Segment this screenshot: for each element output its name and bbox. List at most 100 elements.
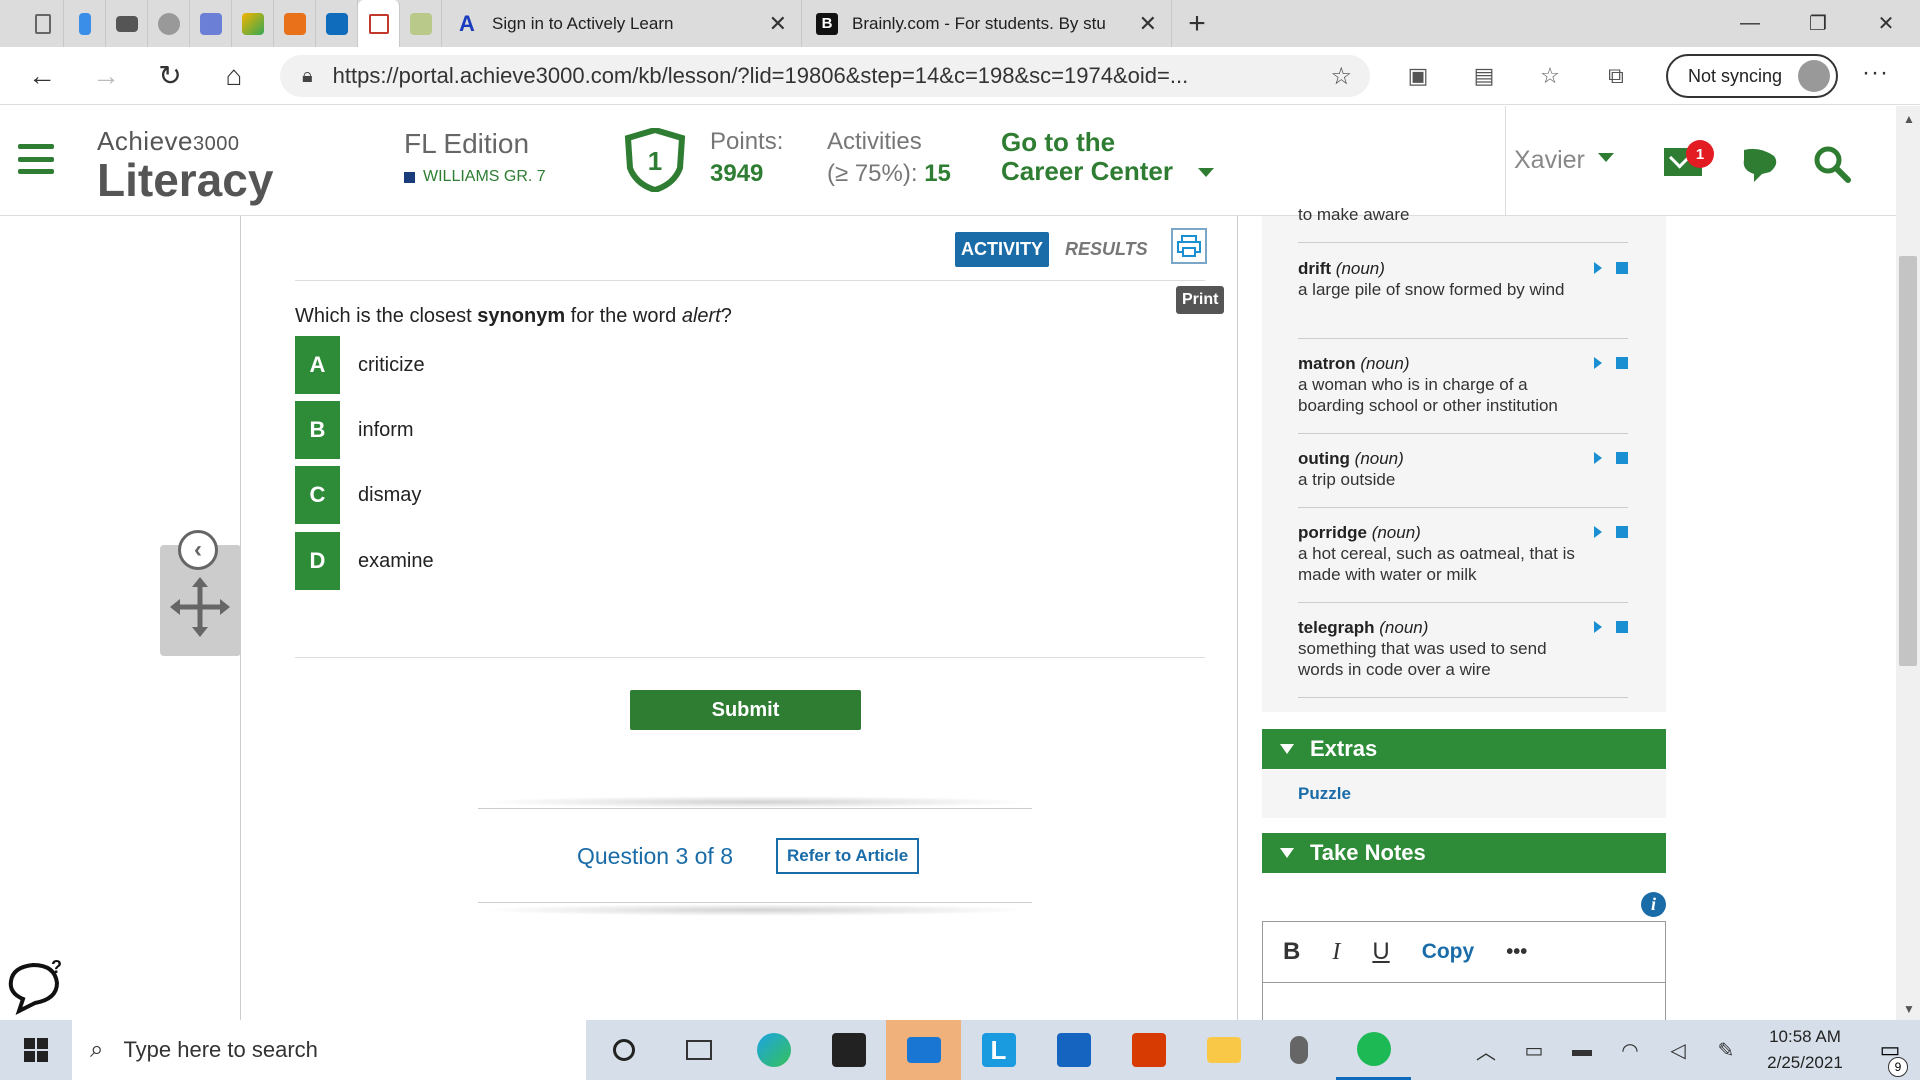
add-favorite-icon[interactable]: ☆ bbox=[1330, 62, 1352, 91]
pen-icon[interactable]: ✎ bbox=[1702, 1038, 1750, 1063]
new-tab-button[interactable]: + bbox=[1172, 7, 1222, 41]
help-bubble-icon[interactable]: ? bbox=[5, 955, 63, 1015]
answer-letter[interactable]: C bbox=[295, 466, 340, 524]
back-icon[interactable]: ← bbox=[10, 47, 74, 105]
stop-icon[interactable] bbox=[1616, 357, 1628, 369]
page-scrollbar[interactable]: ▲ ▼ bbox=[1896, 106, 1920, 1020]
logo[interactable]: Achieve3000 Literacy bbox=[97, 126, 273, 203]
notes-editor[interactable]: B I U Copy ••• bbox=[1262, 921, 1666, 1021]
stop-icon[interactable] bbox=[1616, 621, 1628, 633]
career-center-link[interactable]: Go to the Career Center bbox=[1001, 128, 1173, 186]
office-icon[interactable] bbox=[1111, 1020, 1186, 1080]
answer-letter[interactable]: B bbox=[295, 401, 340, 459]
tab-activity[interactable]: ACTIVITY bbox=[955, 232, 1050, 267]
answer-option[interactable]: A criticize bbox=[295, 336, 425, 394]
tab-actively-learn[interactable]: A Sign in to Actively Learn ✕ bbox=[442, 0, 802, 47]
pinned-tab-active[interactable] bbox=[358, 0, 400, 47]
mouse-icon[interactable] bbox=[1261, 1020, 1336, 1080]
move-icon[interactable] bbox=[168, 575, 232, 639]
answer-option[interactable]: D examine bbox=[295, 532, 434, 590]
scrollbar-thumb[interactable] bbox=[1899, 256, 1917, 666]
taskbar-search-placeholder[interactable]: Type here to search bbox=[123, 1037, 317, 1063]
battery-icon[interactable]: ▬ bbox=[1558, 1039, 1606, 1062]
answer-text[interactable]: dismay bbox=[358, 484, 421, 507]
file-explorer-icon[interactable] bbox=[1186, 1020, 1261, 1080]
sync-button[interactable]: Not syncing bbox=[1666, 54, 1838, 98]
chevron-left-icon[interactable]: ‹ bbox=[178, 530, 218, 570]
task-view-icon[interactable] bbox=[661, 1020, 736, 1080]
chevron-down-icon[interactable] bbox=[1598, 153, 1614, 162]
tab-results[interactable]: RESULTS bbox=[1065, 239, 1148, 260]
volume-icon[interactable]: ◁ bbox=[1654, 1038, 1702, 1063]
blue-app-icon[interactable] bbox=[1036, 1020, 1111, 1080]
bold-button[interactable]: B bbox=[1283, 938, 1300, 966]
wifi-icon[interactable]: ◠ bbox=[1606, 1038, 1654, 1063]
clock[interactable]: 10:58 AM 2/25/2021 bbox=[1750, 1024, 1860, 1076]
windows-start-icon[interactable] bbox=[0, 1020, 72, 1080]
search-icon[interactable] bbox=[1812, 144, 1852, 184]
play-icon[interactable] bbox=[1594, 357, 1602, 369]
pinned-tab-page[interactable] bbox=[22, 0, 64, 47]
extras-header[interactable]: Extras bbox=[1262, 729, 1666, 769]
play-icon[interactable] bbox=[1594, 526, 1602, 538]
stop-icon[interactable] bbox=[1616, 452, 1628, 464]
info-icon[interactable]: i bbox=[1641, 892, 1666, 917]
url-text[interactable]: https://portal.achieve3000.com/kb/lesson… bbox=[333, 63, 1283, 89]
scroll-down-icon[interactable]: ▼ bbox=[1903, 1002, 1915, 1016]
submit-button[interactable]: Submit bbox=[630, 690, 861, 730]
take-notes-header[interactable]: Take Notes bbox=[1262, 833, 1666, 873]
meet-icon[interactable]: ▭ bbox=[1510, 1038, 1558, 1063]
pinned-tab-image[interactable] bbox=[400, 0, 442, 47]
pinned-tab-c[interactable] bbox=[190, 0, 232, 47]
minimize-icon[interactable]: — bbox=[1716, 0, 1784, 47]
tab-brainly[interactable]: B Brainly.com - For students. By stu ✕ bbox=[802, 0, 1172, 47]
pinned-tab-ibt[interactable] bbox=[106, 0, 148, 47]
forward-icon[interactable]: → bbox=[74, 47, 138, 105]
pinned-tab-outlook[interactable] bbox=[316, 0, 358, 47]
extension-icon[interactable]: ▣ bbox=[1385, 63, 1451, 89]
stop-icon[interactable] bbox=[1616, 262, 1628, 274]
more-options-icon[interactable]: ··· bbox=[1862, 59, 1889, 87]
italic-button[interactable]: I bbox=[1332, 939, 1340, 966]
play-icon[interactable] bbox=[1594, 621, 1602, 633]
collections-icon[interactable]: ⧉ bbox=[1583, 63, 1649, 89]
address-bar[interactable]: 🔒︎ https://portal.achieve3000.com/kb/les… bbox=[280, 55, 1370, 97]
cortana-icon[interactable] bbox=[586, 1020, 661, 1080]
puzzle-link[interactable]: Puzzle bbox=[1298, 784, 1351, 804]
extension-icon[interactable]: ▤ bbox=[1451, 63, 1517, 89]
taskbar-search[interactable]: ⌕ Type here to search bbox=[72, 1020, 586, 1080]
edge-icon[interactable] bbox=[736, 1020, 811, 1080]
lock-icon[interactable]: 🔒︎ bbox=[302, 65, 313, 88]
close-icon[interactable]: ✕ bbox=[1139, 11, 1157, 37]
answer-text[interactable]: inform bbox=[358, 419, 414, 442]
pinned-tab-bing[interactable] bbox=[64, 0, 106, 47]
play-icon[interactable] bbox=[1594, 262, 1602, 274]
notification-center-icon[interactable]: ▭ 9 bbox=[1860, 1037, 1920, 1077]
pinned-tab-cube[interactable] bbox=[232, 0, 274, 47]
l-app-icon[interactable]: L bbox=[961, 1020, 1036, 1080]
more-button[interactable]: ••• bbox=[1506, 941, 1527, 964]
store-icon[interactable] bbox=[811, 1020, 886, 1080]
close-window-icon[interactable]: ✕ bbox=[1852, 0, 1920, 47]
pinned-tab-globe[interactable] bbox=[148, 0, 190, 47]
chevron-up-icon[interactable]: ︿ bbox=[1462, 1036, 1510, 1065]
restore-icon[interactable]: ❐ bbox=[1784, 0, 1852, 47]
underline-button[interactable]: U bbox=[1372, 938, 1389, 966]
play-icon[interactable] bbox=[1594, 452, 1602, 464]
menu-icon[interactable] bbox=[18, 144, 54, 174]
close-icon[interactable]: ✕ bbox=[769, 11, 787, 37]
user-menu[interactable]: Xavier bbox=[1514, 146, 1585, 175]
refresh-icon[interactable]: ↻ bbox=[138, 47, 202, 105]
answer-option[interactable]: C dismay bbox=[295, 466, 421, 524]
answer-letter[interactable]: A bbox=[295, 336, 340, 394]
chat-icon[interactable] bbox=[1740, 146, 1780, 182]
home-icon[interactable]: ⌂ bbox=[202, 47, 266, 105]
spotify-icon[interactable] bbox=[1336, 1020, 1411, 1080]
copy-button[interactable]: Copy bbox=[1422, 940, 1475, 964]
mail-app-icon[interactable] bbox=[886, 1020, 961, 1080]
pinned-tab-person[interactable] bbox=[274, 0, 316, 47]
favorites-icon[interactable]: ☆ bbox=[1517, 63, 1583, 89]
scroll-up-icon[interactable]: ▲ bbox=[1903, 112, 1915, 126]
floating-nav-widget[interactable]: ‹ bbox=[160, 530, 241, 656]
refer-to-article-button[interactable]: Refer to Article bbox=[776, 838, 920, 874]
